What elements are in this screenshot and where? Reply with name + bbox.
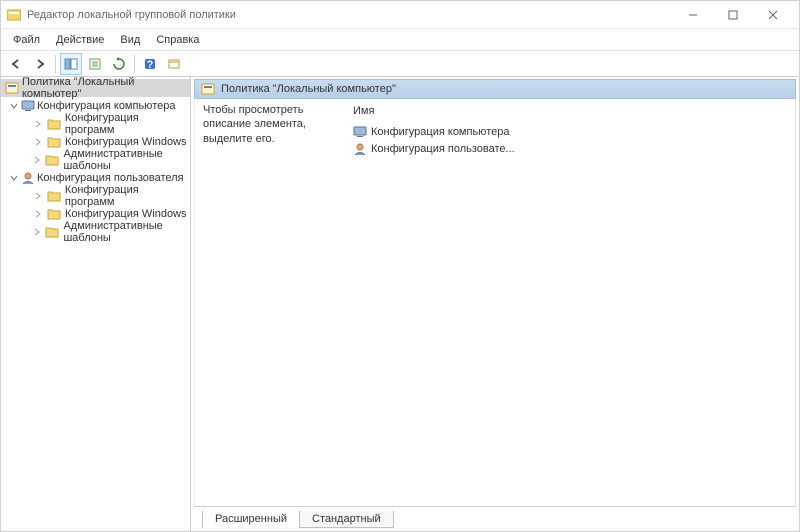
tree-computer-config: Конфигурация компьютера Конфигурация про…: [1, 97, 190, 169]
window-title: Редактор локальной групповой политики: [27, 9, 673, 21]
menu-action[interactable]: Действие: [48, 32, 112, 48]
show-hide-tree-button[interactable]: [60, 53, 82, 75]
back-button[interactable]: [5, 53, 27, 75]
user-config-icon: [21, 171, 35, 185]
tree-item-templates[interactable]: Административные шаблоны: [23, 151, 190, 169]
tree-item-programs[interactable]: Конфигурация программ: [23, 187, 190, 205]
menu-bar: Файл Действие Вид Справка: [1, 29, 799, 51]
tree-label: Конфигурация компьютера: [37, 100, 175, 112]
tree-root-label: Политика "Локальный компьютер": [22, 77, 186, 100]
chevron-right-icon[interactable]: [33, 209, 43, 219]
computer-config-icon: [21, 99, 35, 113]
chevron-right-icon[interactable]: [33, 119, 43, 129]
chevron-right-icon[interactable]: [33, 137, 43, 147]
tree-label: Административные шаблоны: [63, 220, 190, 244]
folder-icon: [47, 190, 61, 202]
policy-icon: [5, 81, 19, 95]
tree-label: Конфигурация пользователя: [37, 172, 184, 184]
export-list-button[interactable]: [84, 53, 106, 75]
help-button[interactable]: ?: [139, 53, 161, 75]
details-pane: Политика "Локальный компьютер" Чтобы про…: [191, 77, 799, 531]
app-icon: [7, 8, 21, 22]
details-body: Чтобы просмотреть описание элемента, выд…: [194, 99, 796, 506]
chevron-right-icon[interactable]: [33, 191, 43, 201]
forward-button[interactable]: [29, 53, 51, 75]
svg-text:?: ?: [147, 59, 154, 71]
column-header-name[interactable]: Имя: [353, 103, 787, 123]
chevron-right-icon[interactable]: [33, 227, 41, 237]
folder-icon: [47, 118, 61, 130]
tree-label: Конфигурация Windows: [65, 136, 187, 148]
tree-item-programs[interactable]: Конфигурация программ: [23, 115, 190, 133]
tree-label: Конфигурация Windows: [65, 208, 187, 220]
folder-icon: [47, 208, 61, 220]
details-header: Политика "Локальный компьютер": [194, 79, 796, 99]
tab-extended[interactable]: Расширенный: [202, 511, 300, 528]
title-bar: Редактор локальной групповой политики: [1, 1, 799, 29]
user-config-icon: [353, 142, 367, 156]
tab-standard[interactable]: Стандартный: [299, 511, 394, 528]
toolbar: ?: [1, 51, 799, 77]
bottom-tabs: Расширенный Стандартный: [194, 506, 796, 528]
chevron-down-icon[interactable]: [9, 101, 19, 111]
tree-label: Конфигурация программ: [65, 184, 190, 208]
tree-label: Конфигурация программ: [65, 112, 190, 136]
tree-pane[interactable]: Политика "Локальный компьютер" Конфигура…: [1, 77, 191, 531]
chevron-down-icon[interactable]: [9, 173, 19, 183]
description-hint: Чтобы просмотреть описание элемента, выд…: [203, 103, 343, 146]
chevron-right-icon[interactable]: [33, 155, 41, 165]
close-button[interactable]: [753, 3, 793, 27]
maximize-button[interactable]: [713, 3, 753, 27]
name-column: Имя Конфигурация компьютера Конфигурация…: [353, 103, 787, 502]
computer-config-icon: [353, 125, 367, 139]
menu-help[interactable]: Справка: [148, 32, 207, 48]
minimize-button[interactable]: [673, 3, 713, 27]
tree-item-templates[interactable]: Административные шаблоны: [23, 223, 190, 241]
tree-user-config: Конфигурация пользователя Конфигурация п…: [1, 169, 190, 241]
list-item[interactable]: Конфигурация компьютера: [353, 123, 787, 140]
list-item[interactable]: Конфигурация пользовате...: [353, 140, 787, 157]
list-item-label: Конфигурация пользовате...: [371, 143, 515, 155]
menu-view[interactable]: Вид: [112, 32, 148, 48]
tree-root[interactable]: Политика "Локальный компьютер": [1, 79, 190, 97]
properties-button[interactable]: [163, 53, 185, 75]
list-item-label: Конфигурация компьютера: [371, 126, 509, 138]
policy-icon: [201, 82, 215, 96]
tree-label: Административные шаблоны: [63, 148, 190, 172]
menu-file[interactable]: Файл: [5, 32, 48, 48]
main-area: Политика "Локальный компьютер" Конфигура…: [1, 77, 799, 531]
folder-icon: [45, 154, 59, 166]
toolbar-separator: [134, 55, 135, 73]
folder-icon: [45, 226, 59, 238]
details-header-title: Политика "Локальный компьютер": [221, 83, 396, 95]
folder-icon: [47, 136, 61, 148]
description-column: Чтобы просмотреть описание элемента, выд…: [203, 103, 353, 502]
refresh-button[interactable]: [108, 53, 130, 75]
toolbar-separator: [55, 55, 56, 73]
